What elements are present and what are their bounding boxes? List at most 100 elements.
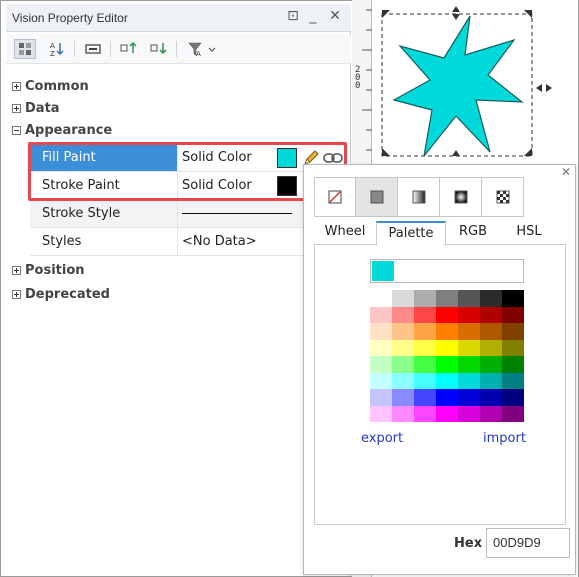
palette-swatch[interactable] xyxy=(502,389,524,406)
radial-gradient-mode[interactable] xyxy=(440,177,482,217)
fill-color-swatch[interactable] xyxy=(277,148,297,168)
import-link[interactable]: import xyxy=(483,431,526,446)
palette-swatch[interactable] xyxy=(502,323,524,340)
palette-swatch[interactable] xyxy=(502,356,524,373)
expand-icon[interactable] xyxy=(12,265,21,275)
palette-swatch[interactable] xyxy=(436,405,458,422)
palette-swatch[interactable] xyxy=(480,323,502,340)
tab-wheel[interactable]: Wheel xyxy=(314,221,376,245)
solid-color-mode[interactable] xyxy=(356,177,398,217)
export-link[interactable]: export xyxy=(361,431,403,446)
property-row-styles[interactable]: Styles <No Data> xyxy=(30,228,349,256)
no-paint-mode[interactable] xyxy=(314,177,356,217)
palette-swatch[interactable] xyxy=(392,405,414,422)
palette-swatch[interactable] xyxy=(502,405,524,422)
palette-swatch[interactable] xyxy=(436,356,458,373)
filter-dropdown-icon[interactable]: A xyxy=(184,39,220,59)
expand-icon[interactable] xyxy=(12,81,21,91)
palette-swatch[interactable] xyxy=(414,405,436,422)
customizer-icon[interactable] xyxy=(82,39,104,59)
move-down-icon[interactable] xyxy=(148,39,170,59)
palette-swatch[interactable] xyxy=(480,389,502,406)
category-common[interactable]: Common xyxy=(12,76,89,96)
palette-swatch[interactable] xyxy=(458,356,480,373)
restore-icon[interactable]: ⊡ xyxy=(285,8,301,24)
property-row-stroke-paint[interactable]: Stroke Paint Solid Color xyxy=(30,172,349,200)
property-row-fill-paint[interactable]: Fill Paint Solid Color xyxy=(30,144,349,172)
palette-swatch[interactable] xyxy=(480,405,502,422)
mode-spacer xyxy=(524,177,566,217)
expand-icon[interactable] xyxy=(12,289,21,299)
tab-palette[interactable]: Palette xyxy=(376,221,446,246)
palette-swatch[interactable] xyxy=(392,306,414,323)
palette-swatch[interactable] xyxy=(414,389,436,406)
category-appearance[interactable]: Appearance xyxy=(12,120,112,140)
palette-swatch[interactable] xyxy=(370,356,392,373)
palette-swatch[interactable] xyxy=(370,372,392,389)
property-row-stroke-style[interactable]: Stroke Style xyxy=(30,200,349,228)
palette-swatch[interactable] xyxy=(370,405,392,422)
palette-swatch[interactable] xyxy=(370,389,392,406)
categorized-view-icon[interactable] xyxy=(14,39,36,59)
palette-swatch[interactable] xyxy=(480,306,502,323)
category-label: Position xyxy=(25,262,85,278)
palette-swatch[interactable] xyxy=(392,389,414,406)
palette-swatch[interactable] xyxy=(370,339,392,356)
palette-swatch[interactable] xyxy=(414,290,436,307)
palette-swatch[interactable] xyxy=(392,323,414,340)
expand-icon[interactable] xyxy=(12,103,21,113)
tab-hsl[interactable]: HSL xyxy=(500,221,558,245)
palette-swatch[interactable] xyxy=(458,306,480,323)
palette-swatch[interactable] xyxy=(458,389,480,406)
palette-swatch[interactable] xyxy=(414,356,436,373)
palette-swatch[interactable] xyxy=(436,290,458,307)
palette-swatch[interactable] xyxy=(480,372,502,389)
palette-swatch[interactable] xyxy=(392,339,414,356)
close-icon[interactable]: ✕ xyxy=(327,8,343,24)
palette-swatch[interactable] xyxy=(392,372,414,389)
star-shape-selection[interactable] xyxy=(372,0,578,165)
palette-swatch[interactable] xyxy=(370,323,392,340)
palette-swatch[interactable] xyxy=(458,323,480,340)
palette-swatch[interactable] xyxy=(436,306,458,323)
palette-swatch[interactable] xyxy=(458,405,480,422)
palette-swatch[interactable] xyxy=(392,356,414,373)
palette-swatch[interactable] xyxy=(414,339,436,356)
tab-rgb[interactable]: RGB xyxy=(446,221,500,245)
palette-swatch[interactable] xyxy=(436,372,458,389)
palette-swatch[interactable] xyxy=(502,372,524,389)
palette-swatch[interactable] xyxy=(436,323,458,340)
star-shape[interactable] xyxy=(392,15,524,157)
sort-alpha-icon[interactable]: AZ xyxy=(46,39,68,59)
property-name: Fill Paint xyxy=(30,144,178,171)
move-up-icon[interactable] xyxy=(118,39,140,59)
palette-swatch[interactable] xyxy=(458,339,480,356)
linear-gradient-mode[interactable] xyxy=(398,177,440,217)
palette-swatch[interactable] xyxy=(370,290,392,307)
palette-swatch[interactable] xyxy=(436,339,458,356)
pattern-mode[interactable] xyxy=(482,177,524,217)
category-deprecated[interactable]: Deprecated xyxy=(12,284,110,304)
palette-swatch[interactable] xyxy=(414,323,436,340)
palette-swatch[interactable] xyxy=(458,372,480,389)
palette-swatch[interactable] xyxy=(480,290,502,307)
palette-swatch[interactable] xyxy=(502,290,524,307)
palette-swatch[interactable] xyxy=(414,306,436,323)
stroke-color-swatch[interactable] xyxy=(277,176,297,196)
hex-input[interactable]: 00D9D9 xyxy=(486,528,570,558)
palette-swatch[interactable] xyxy=(370,306,392,323)
category-data[interactable]: Data xyxy=(12,98,60,118)
palette-swatch[interactable] xyxy=(502,306,524,323)
category-position[interactable]: Position xyxy=(12,260,85,280)
recent-color-swatch[interactable] xyxy=(372,261,394,281)
palette-swatch[interactable] xyxy=(480,356,502,373)
palette-swatch[interactable] xyxy=(502,339,524,356)
minimize-icon[interactable]: _ xyxy=(305,8,321,24)
palette-swatch[interactable] xyxy=(458,290,480,307)
palette-swatch[interactable] xyxy=(392,290,414,307)
palette-swatch[interactable] xyxy=(414,372,436,389)
palette-swatch[interactable] xyxy=(436,389,458,406)
category-label: Deprecated xyxy=(25,286,110,302)
palette-swatch[interactable] xyxy=(480,339,502,356)
collapse-icon[interactable] xyxy=(12,125,21,135)
